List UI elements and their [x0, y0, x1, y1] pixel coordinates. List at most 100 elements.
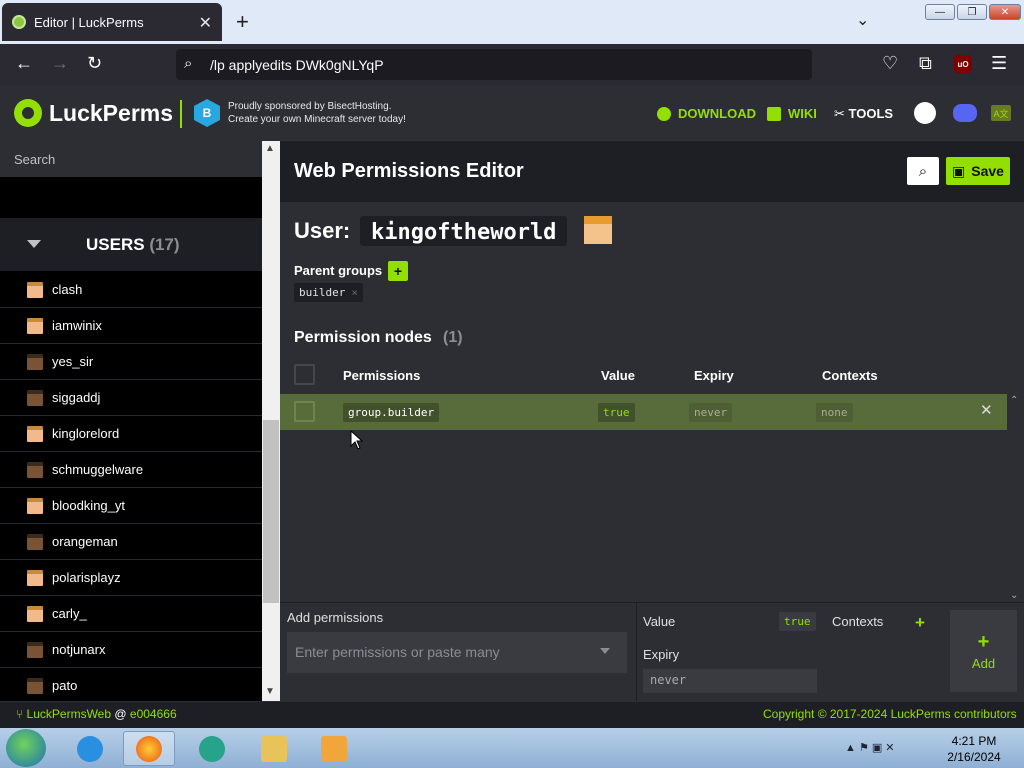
extensions-icon[interactable]: ⧉: [919, 53, 932, 74]
sidebar-user-item[interactable]: pato: [0, 668, 262, 704]
translate-icon[interactable]: A文: [991, 105, 1011, 121]
permission-nodes-count: (1): [443, 329, 463, 346]
taskbar-app-globe[interactable]: [186, 731, 238, 766]
tab-close-icon[interactable]: ✕: [199, 13, 212, 33]
browser-tab-active[interactable]: Editor | LuckPerms ✕: [2, 3, 222, 41]
add-expiry-label: Expiry: [643, 647, 680, 662]
node-contexts[interactable]: none: [816, 403, 853, 422]
sidebar-user-name: yes_sir: [52, 354, 94, 369]
ublock-icon[interactable]: uO: [954, 55, 972, 73]
hamburger-menu-icon[interactable]: ☰: [991, 53, 1007, 74]
editor-search-button[interactable]: ⌕: [907, 157, 939, 185]
taskbar-media-player[interactable]: [308, 731, 360, 766]
scroll-up-arrow-icon[interactable]: ▲: [265, 143, 275, 154]
add-parent-group-button[interactable]: +: [388, 261, 408, 281]
taskbar-explorer[interactable]: [248, 731, 300, 766]
delete-node-icon[interactable]: ✕: [980, 401, 993, 419]
nodes-scroll-up-icon[interactable]: ⌃: [1010, 395, 1018, 406]
github-icon[interactable]: [914, 102, 936, 124]
sidebar-user-item[interactable]: notjunarx: [0, 632, 262, 668]
discord-icon[interactable]: [953, 104, 977, 122]
copyright-text[interactable]: Copyright © 2017-2024 LuckPerms contribu…: [763, 707, 1017, 721]
sidebar-user-item[interactable]: orangeman: [0, 524, 262, 560]
taskbar-internet-explorer[interactable]: [64, 731, 116, 766]
nodes-scroll-down-icon[interactable]: ⌄: [1010, 590, 1018, 601]
column-header-contexts[interactable]: Contexts: [822, 368, 878, 383]
window-close-button[interactable]: ✕: [989, 4, 1021, 20]
add-label: Add: [971, 656, 996, 671]
node-value[interactable]: true: [598, 403, 635, 422]
collapse-triangle-icon[interactable]: [27, 240, 41, 248]
parent-group-tag[interactable]: builder ×: [294, 283, 363, 302]
search-icon: ⌕: [184, 55, 193, 72]
user-avatar-icon: [27, 569, 43, 586]
sidebar-user-item[interactable]: iamwinix: [0, 308, 262, 344]
sidebar-user-name: bloodking_yt: [52, 498, 125, 513]
select-all-checkbox[interactable]: [294, 364, 315, 385]
sidebar-user-name: carly_: [52, 606, 87, 621]
sidebar-user-name: clash: [52, 282, 83, 297]
start-button[interactable]: [6, 729, 46, 767]
column-header-expiry[interactable]: Expiry: [694, 368, 734, 383]
forward-arrow-icon[interactable]: →: [51, 53, 69, 74]
sidebar-user-name: orangeman: [52, 534, 118, 549]
tools-wrench-icon: ✂: [834, 106, 845, 121]
sidebar-user-item[interactable]: yes_sir: [0, 344, 262, 380]
window-minimize-button[interactable]: —: [925, 4, 955, 20]
permission-nodes-heading: Permission nodes: [294, 329, 432, 346]
users-heading[interactable]: USERS (17): [86, 235, 180, 255]
new-tab-icon[interactable]: +: [236, 9, 249, 35]
pocket-icon[interactable]: ♡: [882, 53, 898, 74]
wiki-label: WIKI: [788, 106, 817, 121]
reload-icon[interactable]: ↻: [87, 53, 102, 74]
sidebar-user-item[interactable]: siggaddj: [0, 380, 262, 416]
sidebar-user-item[interactable]: bloodking_yt: [0, 488, 262, 524]
tab-list-chevron-icon[interactable]: ⌄: [856, 10, 869, 30]
tools-link[interactable]: ✂ TOOLS: [834, 106, 893, 122]
sidebar-user-item[interactable]: carly_: [0, 596, 262, 632]
url-bar[interactable]: /lp applyedits DWk0gNLYqP: [176, 49, 812, 80]
add-permissions-input[interactable]: Enter permissions or paste many: [287, 632, 627, 673]
sidebar-user-item[interactable]: schmuggelware: [0, 452, 262, 488]
user-label: User:: [294, 218, 351, 243]
add-context-button[interactable]: +: [915, 613, 925, 633]
user-avatar-icon: [27, 425, 43, 442]
sponsor-line-2[interactable]: Create your own Minecraft server today!: [228, 114, 406, 125]
scroll-down-arrow-icon[interactable]: ▼: [265, 686, 275, 697]
window-maximize-button[interactable]: ❐: [957, 4, 987, 20]
add-expiry-input[interactable]: never: [643, 669, 817, 693]
column-header-permissions[interactable]: Permissions: [343, 368, 420, 383]
url-text: /lp applyedits DWk0gNLYqP: [210, 56, 384, 73]
back-arrow-icon[interactable]: ←: [15, 53, 33, 74]
taskbar-firefox[interactable]: [123, 731, 175, 766]
firefox-icon: [136, 735, 162, 762]
sidebar-user-name: polarisplayz: [52, 570, 121, 585]
taskbar-clock[interactable]: 4:21 PM 2/16/2024: [944, 733, 1004, 765]
add-permission-button[interactable]: + Add: [950, 610, 1017, 692]
site-logo-text[interactable]: LuckPerms: [49, 100, 173, 127]
version-link[interactable]: ⑂ LuckPermsWeb @ e004666: [16, 707, 177, 721]
wiki-link[interactable]: WIKI: [767, 106, 817, 121]
node-expiry[interactable]: never: [689, 403, 733, 422]
sidebar-scrollbar-thumb[interactable]: [263, 420, 279, 603]
internet-explorer-icon: [77, 735, 103, 762]
row-checkbox[interactable]: [294, 401, 315, 422]
luckperms-logo-icon[interactable]: [14, 99, 42, 127]
tools-label: TOOLS: [848, 106, 894, 121]
add-value-toggle[interactable]: true: [779, 612, 816, 631]
sidebar-user-item[interactable]: polarisplayz: [0, 560, 262, 596]
column-header-value[interactable]: Value: [601, 368, 635, 383]
sidebar-user-name: siggaddj: [52, 390, 101, 405]
sidebar-user-item[interactable]: clash: [0, 272, 262, 308]
sidebar-search-input[interactable]: Search: [0, 141, 262, 177]
save-button[interactable]: ▣ Save: [946, 157, 1010, 185]
remove-parent-group-icon[interactable]: ×: [351, 286, 358, 299]
save-label: Save: [971, 163, 1004, 179]
sponsor-line-1[interactable]: Proudly sponsored by BisectHosting.: [228, 101, 391, 112]
system-tray[interactable]: ▲ ⚑ ▣ ✕: [845, 741, 895, 754]
sidebar-user-item[interactable]: kinglorelord: [0, 416, 262, 452]
node-permission[interactable]: group.builder: [343, 403, 440, 422]
download-link[interactable]: DOWNLOAD: [657, 106, 756, 121]
dropdown-caret-icon[interactable]: [600, 648, 610, 654]
at-sign: @: [114, 707, 127, 721]
